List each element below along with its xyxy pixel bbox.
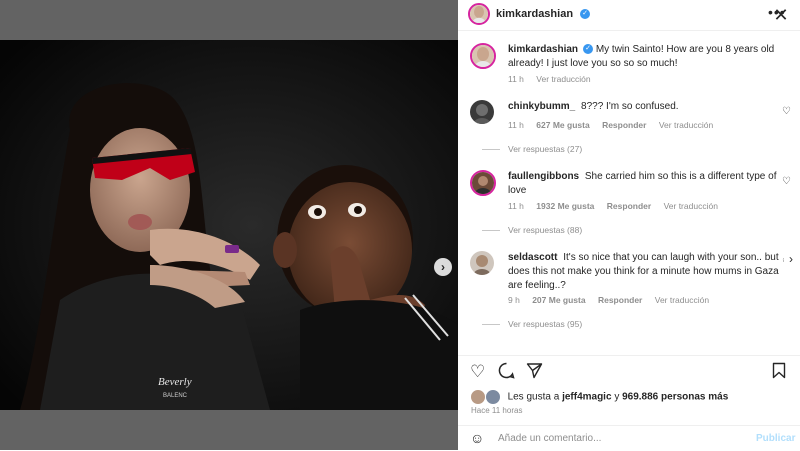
- comment-likes[interactable]: 1932 Me gusta: [536, 201, 594, 211]
- verified-icon: ✓: [580, 9, 590, 19]
- comment-username[interactable]: seldascott: [508, 252, 557, 263]
- caption-avatar-image: [472, 45, 494, 67]
- post-header: kimkardashian ✓ •••: [458, 0, 800, 31]
- comment-time[interactable]: 11 h: [508, 201, 524, 211]
- next-post-arrow-icon[interactable]: ›: [784, 250, 798, 268]
- author-avatar[interactable]: [468, 3, 490, 25]
- post-time-ago[interactable]: Hace 11 horas: [471, 406, 522, 415]
- comment-text: seldascott It's so nice that you can lau…: [508, 251, 784, 293]
- comment-bubble-icon: [498, 362, 515, 379]
- save-bookmark-icon[interactable]: [772, 362, 786, 384]
- post-comment-button[interactable]: Publicar: [756, 433, 795, 444]
- comment-avatar[interactable]: [470, 251, 494, 275]
- add-comment-input[interactable]: Añade un comentario...: [498, 433, 601, 444]
- comment-translate[interactable]: Ver traducción: [664, 201, 718, 211]
- emoji-icon[interactable]: ☺: [470, 430, 484, 446]
- photo-image: Beverly BALENC: [0, 40, 458, 410]
- comment-username[interactable]: faullengibbons: [508, 171, 579, 182]
- caption-translate[interactable]: Ver traducción: [536, 74, 590, 84]
- comment-text: chinkybumm_ 8??? I'm so confused.: [508, 100, 784, 114]
- likes-summary: Les gusta a jeff4magic y 969.886 persona…: [470, 389, 728, 405]
- comment-icon[interactable]: [498, 362, 515, 384]
- comment-time[interactable]: 9 h: [508, 295, 520, 305]
- comment-avatar[interactable]: [470, 100, 494, 124]
- author-avatar-image: [470, 5, 488, 23]
- comment-time[interactable]: 11 h: [508, 120, 524, 130]
- comment-likes[interactable]: 207 Me gusta: [532, 295, 585, 305]
- comment-like-heart-icon[interactable]: ♡: [782, 106, 791, 117]
- caption-username[interactable]: kimkardashian: [508, 44, 578, 55]
- caption-time[interactable]: 11 h: [508, 74, 524, 84]
- add-comment-bar: ☺ Añade un comentario... Publicar: [458, 425, 800, 451]
- view-replies-button[interactable]: Ver respuestas (88): [482, 225, 582, 235]
- comment-meta: 9 h 207 Me gusta Responder Ver traducció…: [508, 295, 719, 305]
- comment-message: 8??? I'm so confused.: [581, 101, 679, 112]
- caption-avatar[interactable]: [470, 43, 496, 69]
- post-side-panel: kimkardashian ✓ ••• kimkardashian ✓ My tw…: [458, 0, 800, 450]
- comment-meta: 11 h 1932 Me gusta Responder Ver traducc…: [508, 201, 728, 211]
- close-icon[interactable]: ✕: [772, 6, 790, 24]
- comment-reply-button[interactable]: Responder: [602, 120, 646, 130]
- comment-username[interactable]: chinkybumm_: [508, 101, 575, 112]
- comment-like-heart-icon[interactable]: ♡: [782, 176, 791, 187]
- like-heart-icon[interactable]: ♡: [470, 362, 485, 382]
- comment-avatar-image: [470, 100, 494, 124]
- likes-middle: y: [614, 391, 620, 403]
- view-replies-button[interactable]: Ver respuestas (27): [482, 144, 582, 154]
- shirt-text: Beverly: [158, 376, 192, 388]
- comment-avatar[interactable]: [470, 170, 496, 196]
- likes-user[interactable]: jeff4magic: [562, 392, 611, 403]
- comment-reply-button[interactable]: Responder: [598, 295, 642, 305]
- comment-reply-button[interactable]: Responder: [607, 201, 651, 211]
- verified-icon: ✓: [583, 44, 594, 55]
- share-paper-plane-icon: [526, 363, 543, 379]
- comment-translate[interactable]: Ver traducción: [659, 120, 713, 130]
- bookmark-icon: [772, 362, 786, 379]
- caption: kimkardashian ✓ My twin Sainto! How are y…: [470, 43, 790, 84]
- comment-avatar-image: [470, 251, 494, 275]
- share-icon[interactable]: [526, 362, 543, 384]
- comment-meta: 11 h 627 Me gusta Responder Ver traducci…: [508, 120, 723, 130]
- comment-translate[interactable]: Ver traducción: [655, 295, 709, 305]
- comment-likes[interactable]: 627 Me gusta: [536, 120, 589, 130]
- caption-meta: 11 h Ver traducción: [508, 74, 601, 84]
- shirt-text-2: BALENC: [163, 393, 188, 399]
- comment-text: faullengibbons She carried him so this i…: [508, 170, 784, 198]
- likes-prefix: Les gusta a: [507, 391, 560, 403]
- liker-avatar: [484, 389, 501, 405]
- post-actions-bar: ♡: [458, 355, 800, 386]
- post-photo: Beverly BALENC ›: [0, 40, 458, 410]
- carousel-next-button[interactable]: ›: [434, 258, 452, 276]
- author-username[interactable]: kimkardashian: [496, 8, 573, 20]
- view-replies-button[interactable]: Ver respuestas (95): [482, 319, 582, 329]
- caption-text: kimkardashian ✓ My twin Sainto! How are y…: [508, 43, 784, 71]
- liker-avatar: [470, 389, 486, 405]
- comment-avatar-image: [472, 172, 494, 194]
- likes-count[interactable]: 969.886 personas más: [622, 392, 728, 403]
